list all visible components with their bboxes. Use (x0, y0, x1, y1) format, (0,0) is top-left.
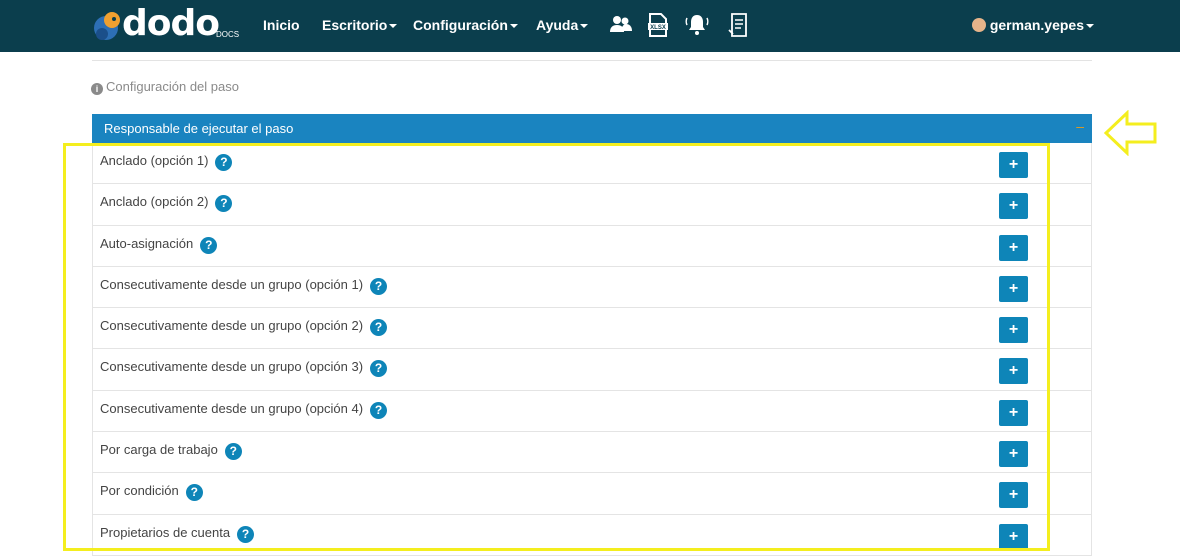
panel-title: Responsable de ejecutar el paso (104, 121, 294, 136)
bell-icon[interactable] (684, 12, 710, 38)
nav-escritorio-label: Escritorio (322, 17, 388, 33)
svg-text:XLSX: XLSX (650, 25, 666, 31)
chevron-down-icon (1086, 24, 1094, 29)
nav-inicio[interactable]: Inicio (263, 16, 300, 34)
user-name: german.yepes (989, 17, 1084, 33)
nav-inicio-label: Inicio (263, 17, 300, 33)
highlight-box (63, 143, 1050, 551)
section-title: i Configuración del paso (91, 79, 239, 95)
document-icon[interactable] (726, 12, 752, 38)
nav-ayuda-label: Ayuda (536, 17, 579, 33)
arrow-left-icon (1103, 110, 1157, 156)
avatar (971, 18, 986, 32)
dodo-logo[interactable]: dodo DOCS (92, 4, 242, 44)
users-icon[interactable] (608, 12, 634, 38)
nav-ayuda[interactable]: Ayuda (536, 16, 589, 34)
nav-escritorio[interactable]: Escritorio (322, 16, 398, 34)
divider (92, 60, 1092, 61)
chevron-down-icon (509, 24, 518, 29)
panel-header[interactable]: Responsable de ejecutar el paso – (92, 114, 1092, 143)
nav-configuracion-label: Configuración (413, 17, 508, 33)
user-menu[interactable]: german.yepes (971, 16, 1094, 34)
chevron-down-icon (580, 24, 589, 29)
logo-subtext: DOCS (216, 30, 240, 39)
xlsx-file-icon[interactable]: XLSX (645, 12, 671, 38)
logo-text: dodo (122, 3, 220, 44)
nav-configuracion[interactable]: Configuración (413, 16, 518, 34)
top-navbar: dodo DOCS Inicio Escritorio Configuració… (0, 0, 1180, 52)
collapse-icon[interactable]: – (1076, 118, 1084, 134)
chevron-down-icon (389, 24, 398, 29)
section-title-text: Configuración del paso (106, 79, 239, 94)
info-icon: i (91, 83, 103, 95)
